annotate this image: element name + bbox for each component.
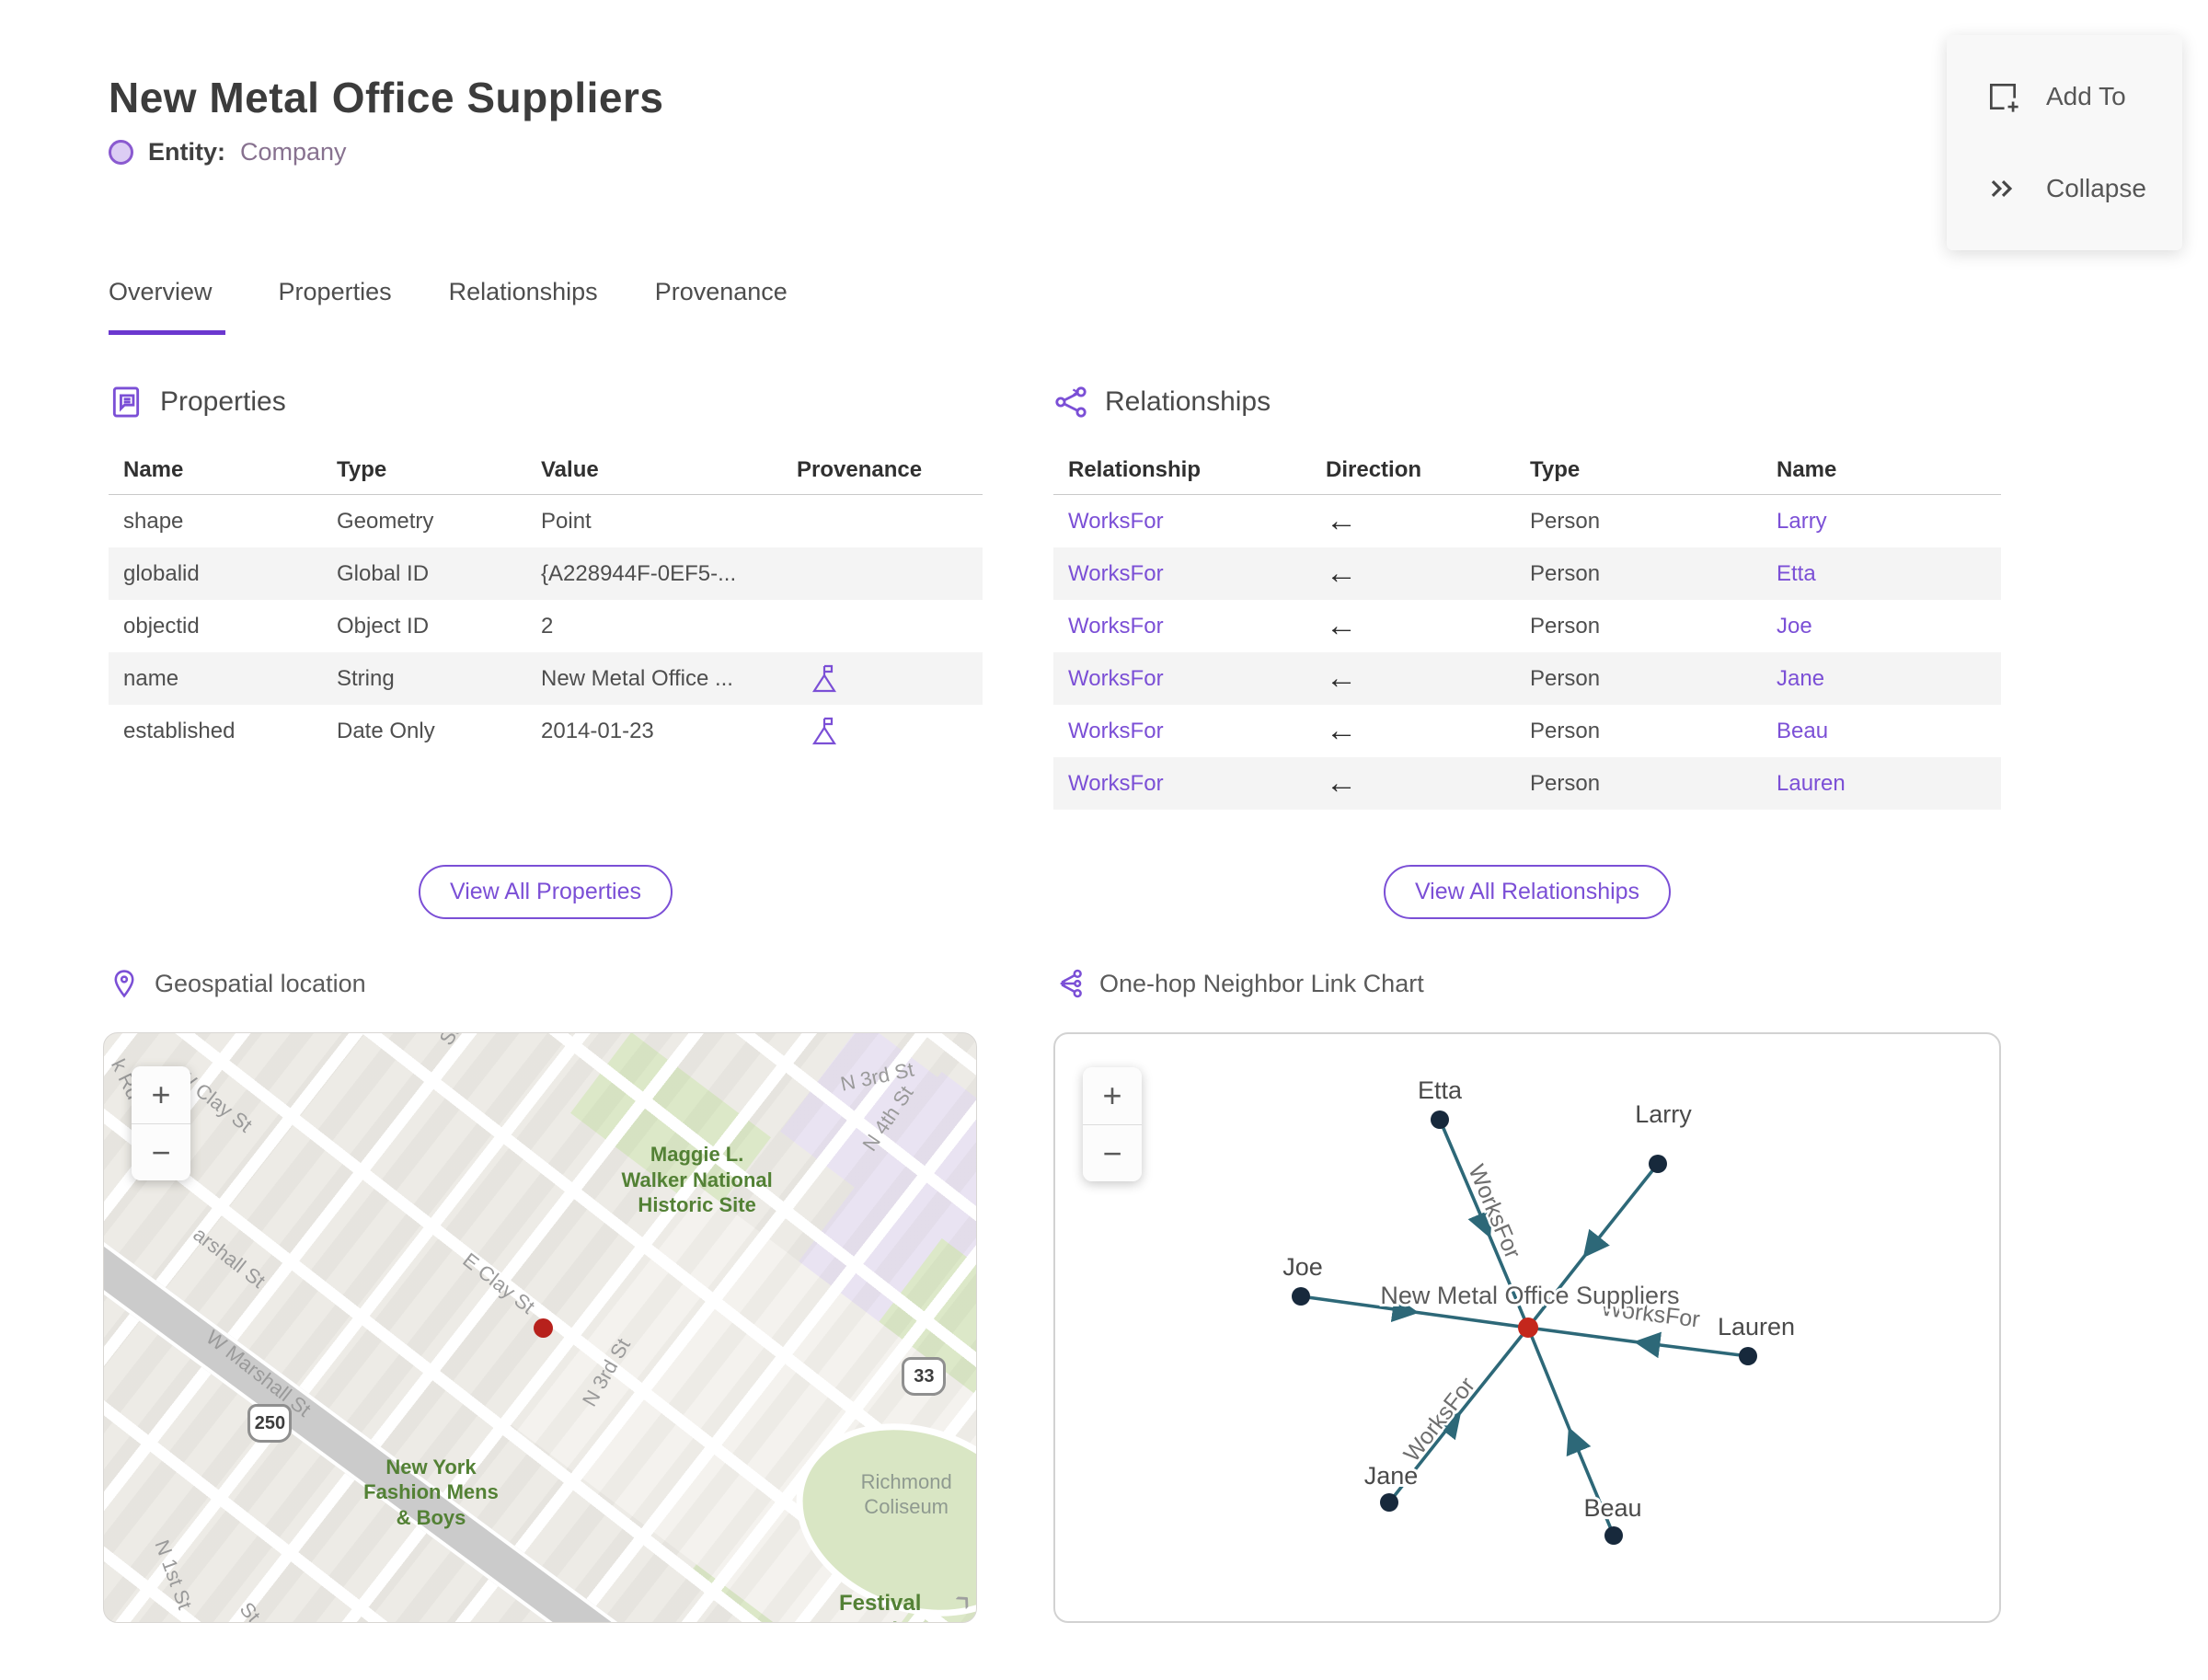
table-row: WorksFor ← Person Beau: [1053, 705, 2001, 757]
geospatial-header: Geospatial location: [109, 968, 366, 999]
entity-location-marker[interactable]: [533, 1318, 553, 1338]
node-label: Lauren: [1718, 1313, 1795, 1341]
link-chart-icon: [1053, 968, 1085, 999]
node-joe[interactable]: [1292, 1287, 1310, 1306]
table-row: shape Geometry Point: [123, 508, 592, 534]
add-to-button[interactable]: Add To: [1947, 59, 2182, 134]
map-pin-icon: [109, 968, 140, 999]
node-jane[interactable]: [1380, 1493, 1398, 1512]
node-beau[interactable]: [1604, 1526, 1623, 1545]
direction-arrow: ←: [1326, 503, 1357, 538]
relationship-link[interactable]: WorksFor: [1053, 719, 1311, 744]
node-label: Larry: [1635, 1100, 1692, 1128]
relationship-link[interactable]: WorksFor: [1053, 561, 1311, 587]
tab-properties[interactable]: Properties: [279, 272, 396, 335]
entity-row: Entity: Company: [109, 138, 347, 167]
node-center-entity[interactable]: [1518, 1318, 1538, 1338]
route-shield-33: 33: [902, 1357, 947, 1396]
entity-type-icon: [109, 140, 133, 165]
properties-table: Name Type Value Provenance shape Geometr…: [109, 445, 983, 757]
tab-bar: Overview Properties Relationships Proven…: [109, 272, 791, 335]
table-row: objectid Object ID 2: [123, 613, 554, 639]
add-to-label: Add To: [2046, 82, 2126, 110]
node-etta[interactable]: [1431, 1110, 1449, 1129]
route-shield-250: 250: [247, 1404, 293, 1444]
linkchart-title: One-hop Neighbor Link Chart: [1099, 969, 1424, 997]
center-node-label: New Metal Office Suppliers: [1380, 1282, 1679, 1309]
one-hop-link-chart[interactable]: WorksFor WorksFor WorksFor Etta Larry Jo…: [1053, 1032, 2001, 1623]
direction-arrow: ←: [1326, 661, 1357, 696]
collapse-button[interactable]: Collapse: [1947, 151, 2182, 226]
node-label: Jane: [1364, 1462, 1419, 1490]
properties-section: Properties Name Type Value Provenance sh…: [109, 379, 983, 977]
direction-arrow: ←: [1326, 713, 1357, 748]
map-zoom-in-button[interactable]: +: [132, 1066, 190, 1123]
entity-link[interactable]: Etta: [1762, 561, 2001, 587]
entity-label: Entity:: [148, 138, 225, 166]
entity-link[interactable]: Beau: [1762, 719, 2001, 744]
entity-link[interactable]: Joe: [1762, 614, 2001, 639]
geospatial-title: Geospatial location: [155, 969, 366, 997]
direction-arrow: ←: [1326, 608, 1357, 643]
entity-link[interactable]: Lauren: [1762, 771, 2001, 797]
geospatial-map[interactable]: k Rd W Clay St Sa N 3rd St N 4th St Magg…: [103, 1032, 977, 1623]
entity-type-value: Company: [240, 138, 347, 166]
map-zoom-control: + −: [132, 1066, 190, 1180]
map-label-poi: New York Fashion Mens & Boys: [363, 1455, 499, 1529]
table-row: WorksFor ← Person Larry: [1053, 495, 2001, 547]
table-row: WorksFor ← Person Joe: [1053, 600, 2001, 652]
table-row: WorksFor ← Person Etta: [1053, 547, 2001, 600]
relationships-table-header: Relationship Direction Type Name: [1053, 445, 2001, 495]
entity-link[interactable]: Larry: [1762, 509, 2001, 535]
relationships-section-title: Relationships: [1105, 386, 1271, 417]
page-title: New Metal Office Suppliers: [109, 73, 664, 121]
chart-zoom-out-button[interactable]: −: [1083, 1124, 1142, 1181]
table-row: WorksFor ← Person Jane: [1053, 652, 2001, 705]
relationship-link[interactable]: WorksFor: [1053, 509, 1311, 535]
table-row: established Date Only 2014-01-23: [109, 705, 983, 757]
relationships-table: Relationship Direction Type Name WorksFo…: [1053, 445, 2001, 810]
view-all-properties-button[interactable]: View All Properties: [419, 865, 673, 919]
edge-label: WorksFor: [1398, 1373, 1479, 1467]
map-label-poi: Festival Park: [839, 1590, 922, 1622]
map-zoom-out-button[interactable]: −: [132, 1123, 190, 1180]
direction-arrow: ←: [1326, 556, 1357, 591]
map-label-poi: Maggie L. Walker National Historic Site: [621, 1143, 773, 1217]
table-row: globalid Global ID {A228944F-0EF5-...: [109, 547, 983, 600]
map-label-poi: Richmond Coliseum: [860, 1469, 952, 1519]
relationship-link[interactable]: WorksFor: [1053, 614, 1311, 639]
node-label: Joe: [1282, 1253, 1323, 1281]
table-row: name String New Metal Office ...: [109, 652, 983, 705]
relationships-section: Relationships Relationship Direction Typ…: [1053, 379, 2001, 977]
properties-table-header: Name Type Value Provenance: [109, 445, 983, 495]
view-all-relationships-button[interactable]: View All Relationships: [1383, 865, 1672, 919]
node-label: Beau: [1583, 1494, 1641, 1522]
chart-zoom-in-button[interactable]: +: [1083, 1067, 1142, 1124]
relationship-link[interactable]: WorksFor: [1053, 771, 1311, 797]
properties-icon: [109, 385, 144, 420]
add-to-icon: [1985, 79, 2020, 114]
linkchart-header: One-hop Neighbor Link Chart: [1053, 968, 1424, 999]
tab-overview[interactable]: Overview: [109, 272, 225, 335]
entity-link[interactable]: Jane: [1762, 666, 2001, 692]
node-lauren[interactable]: [1739, 1347, 1757, 1365]
tab-provenance[interactable]: Provenance: [655, 272, 791, 335]
node-larry[interactable]: [1649, 1155, 1667, 1173]
direction-arrow: ←: [1326, 765, 1357, 800]
provenance-flag-icon[interactable]: [810, 716, 839, 747]
relationship-link[interactable]: WorksFor: [1053, 666, 1311, 692]
chevrons-right-icon: [1985, 171, 2020, 206]
tab-relationships[interactable]: Relationships: [449, 272, 602, 335]
properties-section-title: Properties: [160, 386, 286, 417]
link-chart-canvas: WorksFor WorksFor WorksFor Etta Larry Jo…: [1280, 1074, 1798, 1545]
table-row: WorksFor ← Person Lauren: [1053, 757, 2001, 810]
floating-action-panel: Add To Collapse: [1947, 35, 2182, 250]
node-label: Etta: [1418, 1076, 1463, 1104]
chart-zoom-control: + −: [1083, 1067, 1142, 1181]
collapse-label: Collapse: [2046, 174, 2146, 202]
relationships-icon: [1053, 385, 1088, 420]
provenance-flag-icon[interactable]: [810, 663, 839, 695]
